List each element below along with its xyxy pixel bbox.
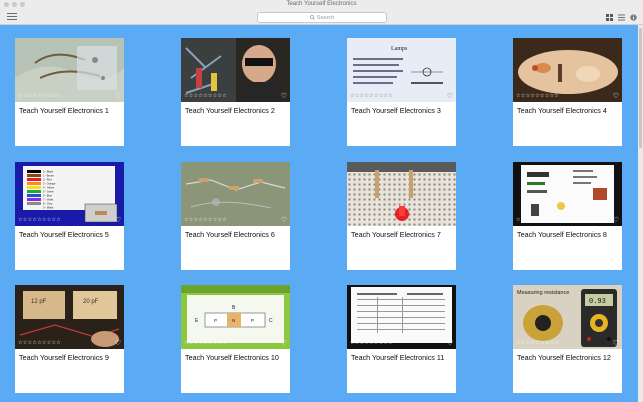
video-title: Teach Yourself Electronics 10	[185, 353, 279, 362]
search-icon	[309, 15, 315, 20]
rating-stars[interactable]: ☆☆☆☆☆☆☆☆☆	[184, 218, 227, 223]
video-title: Teach Yourself Electronics 2	[185, 106, 275, 115]
video-card-6[interactable]: ☆☆☆☆☆☆☆☆☆ ♡ Teach Yourself Electronics 6	[181, 162, 290, 270]
measuring-heading: Measuring resistance	[517, 290, 569, 296]
video-title: Teach Yourself Electronics 11	[351, 353, 445, 362]
video-title: Teach Yourself Electronics 7	[351, 230, 441, 239]
lamps-heading: Lamps	[391, 46, 408, 52]
video-card-7[interactable]: ☆☆☆☆☆☆☆☆☆ ♡ Teach Yourself Electronics 7	[347, 162, 456, 270]
color-code-4: 4 - Yellow	[43, 186, 54, 190]
scrollbar-thumb[interactable]	[639, 28, 642, 148]
capacitor-label-left: 12 pF	[31, 299, 47, 305]
rating-stars[interactable]: ☆☆☆☆☆☆☆☆☆	[350, 218, 393, 223]
favorite-heart-icon[interactable]: ♡	[447, 93, 453, 100]
favorite-heart-icon[interactable]: ♡	[115, 217, 121, 224]
color-code-7: 7 - Violet	[43, 198, 53, 202]
video-title: Teach Yourself Electronics 9	[19, 353, 109, 362]
window-title: Teach Yourself Electronics	[286, 1, 357, 7]
video-card-9[interactable]: 12 pF 20 pF ☆☆☆☆☆☆☆☆☆ ♡ Teach Yourself E…	[15, 285, 124, 393]
meter-display: 0.93	[589, 298, 606, 306]
rating-stars[interactable]: ☆☆☆☆☆☆☆☆☆	[184, 94, 227, 99]
favorite-heart-icon[interactable]: ♡	[613, 217, 619, 224]
rating-stars[interactable]: ☆☆☆☆☆☆☆☆☆	[184, 341, 227, 346]
video-card-3[interactable]: Lamps ☆☆☆☆☆☆☆☆☆ ♡ Teach Yourself Electro…	[347, 38, 456, 146]
color-code-8: 8 - Grey	[43, 202, 53, 206]
favorite-heart-icon[interactable]: ♡	[613, 93, 619, 100]
video-thumbnail: ☆☆☆☆☆☆☆☆☆ ♡	[15, 38, 124, 102]
video-thumbnail: 0 - Black 1 - Brown 2 - Red 3 - Orange 4…	[15, 162, 124, 226]
video-thumbnail: 12 pF 20 pF ☆☆☆☆☆☆☆☆☆ ♡	[15, 285, 124, 349]
view-switcher	[605, 13, 637, 21]
favorite-heart-icon[interactable]: ♡	[281, 217, 287, 224]
video-card-5[interactable]: 0 - Black 1 - Brown 2 - Red 3 - Orange 4…	[15, 162, 124, 270]
n-region: N	[232, 318, 235, 323]
p-region-right: P	[251, 318, 254, 323]
video-thumbnail: Measuring resistance 0.93 ☆☆☆☆☆☆☆☆☆ ♡	[513, 285, 622, 349]
video-thumbnail: ☆☆☆☆☆☆☆☆☆ ♡	[181, 38, 290, 102]
search-field[interactable]: Search	[257, 12, 387, 23]
favorite-heart-icon[interactable]: ♡	[613, 340, 619, 347]
color-code-9: 9 - White	[43, 206, 54, 210]
rating-stars[interactable]: ☆☆☆☆☆☆☆☆☆	[350, 94, 393, 99]
collector-label: C	[269, 318, 273, 324]
video-thumbnail: ☆☆☆☆☆☆☆☆☆ ♡	[347, 162, 456, 226]
rating-stars[interactable]: ☆☆☆☆☆☆☆☆☆	[18, 341, 61, 346]
favorite-heart-icon[interactable]: ♡	[447, 217, 453, 224]
video-card-10[interactable]: B E C P N P ☆☆☆☆☆☆☆☆☆ ♡ Teach Yourself E…	[181, 285, 290, 393]
search-placeholder: Search	[316, 14, 335, 21]
video-title: Teach Yourself Electronics 5	[19, 230, 109, 239]
video-title: Teach Yourself Electronics 6	[185, 230, 275, 239]
rating-stars[interactable]: ☆☆☆☆☆☆☆☆☆	[516, 218, 559, 223]
info-icon[interactable]	[629, 13, 637, 21]
list-view-icon[interactable]	[617, 13, 625, 21]
rating-stars[interactable]: ☆☆☆☆☆☆☆☆☆	[516, 341, 559, 346]
color-code-6: 6 - Blue	[43, 194, 52, 198]
rating-stars[interactable]: ☆☆☆☆☆☆☆☆☆	[18, 94, 61, 99]
video-card-11[interactable]: ☆☆☆☆☆☆☆☆☆ ♡ Teach Yourself Electronics 1…	[347, 285, 456, 393]
color-code-1: 1 - Brown	[43, 174, 55, 178]
video-thumbnail: B E C P N P ☆☆☆☆☆☆☆☆☆ ♡	[181, 285, 290, 349]
video-card-4[interactable]: ☆☆☆☆☆☆☆☆☆ ♡ Teach Yourself Electronics 4	[513, 38, 622, 146]
p-region-left: P	[214, 318, 217, 323]
video-thumbnail: ☆☆☆☆☆☆☆☆☆ ♡	[181, 162, 290, 226]
color-code-0: 0 - Black	[43, 170, 54, 174]
favorite-heart-icon[interactable]: ♡	[447, 340, 453, 347]
video-thumbnail: Lamps ☆☆☆☆☆☆☆☆☆ ♡	[347, 38, 456, 102]
video-title: Teach Yourself Electronics 12	[517, 353, 611, 362]
favorite-heart-icon[interactable]: ♡	[115, 340, 121, 347]
color-code-5: 5 - Green	[43, 190, 55, 194]
toolbar: Search	[0, 10, 643, 25]
video-title: Teach Yourself Electronics 1	[19, 106, 109, 115]
color-code-2: 2 - Red	[43, 178, 52, 182]
video-title: Teach Yourself Electronics 4	[517, 106, 607, 115]
video-thumbnail: ☆☆☆☆☆☆☆☆☆ ♡	[513, 162, 622, 226]
favorite-heart-icon[interactable]: ♡	[281, 340, 287, 347]
video-thumbnail: ☆☆☆☆☆☆☆☆☆ ♡	[347, 285, 456, 349]
vertical-scrollbar[interactable]	[638, 25, 643, 402]
grid-view-icon[interactable]	[605, 13, 613, 21]
video-card-8[interactable]: ☆☆☆☆☆☆☆☆☆ ♡ Teach Yourself Electronics 8	[513, 162, 622, 270]
hamburger-menu-icon[interactable]	[7, 13, 17, 21]
rating-stars[interactable]: ☆☆☆☆☆☆☆☆☆	[516, 94, 559, 99]
video-title: Teach Yourself Electronics 8	[517, 230, 607, 239]
favorite-heart-icon[interactable]: ♡	[115, 93, 121, 100]
color-code-3: 3 - Orange	[43, 182, 56, 186]
rating-stars[interactable]: ☆☆☆☆☆☆☆☆☆	[350, 341, 393, 346]
favorite-heart-icon[interactable]: ♡	[281, 93, 287, 100]
capacitor-label-right: 20 pF	[83, 299, 99, 305]
video-card-2[interactable]: ☆☆☆☆☆☆☆☆☆ ♡ Teach Yourself Electronics 2	[181, 38, 290, 146]
rating-stars[interactable]: ☆☆☆☆☆☆☆☆☆	[18, 218, 61, 223]
video-title: Teach Yourself Electronics 3	[351, 106, 441, 115]
video-card-1[interactable]: ☆☆☆☆☆☆☆☆☆ ♡ Teach Yourself Electronics 1	[15, 38, 124, 146]
video-thumbnail: ☆☆☆☆☆☆☆☆☆ ♡	[513, 38, 622, 102]
video-card-12[interactable]: Measuring resistance 0.93 ☆☆☆☆☆☆☆☆☆ ♡ Te…	[513, 285, 622, 393]
